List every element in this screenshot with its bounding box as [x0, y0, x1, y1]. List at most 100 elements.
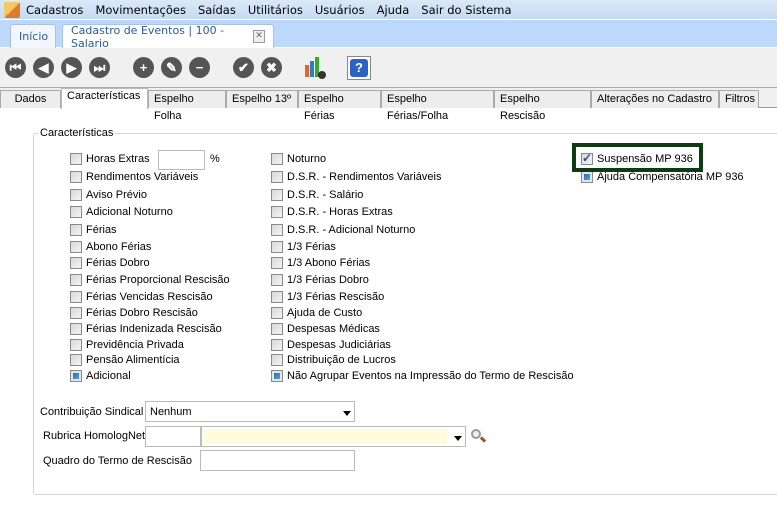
first-record-icon[interactable]: ⏮: [5, 57, 26, 78]
checkbox-icon[interactable]: [271, 206, 283, 218]
checkbox-mid-col[interactable]: Ajuda de Custo: [271, 307, 362, 319]
checkbox-icon[interactable]: [70, 241, 82, 253]
checkbox-mid-col[interactable]: 1/3 Férias Dobro: [271, 274, 369, 286]
next-record-icon[interactable]: ▶: [61, 57, 82, 78]
checkbox-mid-col[interactable]: 1/3 Férias: [271, 241, 336, 253]
checkbox-mid-col[interactable]: D.S.R. - Rendimentos Variáveis: [271, 171, 441, 183]
report-chart-icon[interactable]: [304, 57, 326, 79]
checkbox-icon[interactable]: [70, 189, 82, 201]
rubrica-select[interactable]: [201, 426, 466, 447]
checkbox-mid-col[interactable]: Noturno: [271, 153, 326, 165]
checkbox-icon[interactable]: [70, 307, 82, 319]
checkbox-icon[interactable]: [70, 206, 82, 218]
tab-espelho-rescisao[interactable]: Espelho Rescisão: [494, 90, 591, 122]
menu-ajuda[interactable]: Ajuda: [377, 3, 410, 17]
checkbox-left-col[interactable]: Férias Proporcional Rescisão: [70, 274, 230, 286]
checkbox-icon[interactable]: [271, 189, 283, 201]
help-button[interactable]: ?: [347, 56, 371, 80]
tab-alteracoes-cadastro[interactable]: Alterações no Cadastro: [591, 90, 719, 108]
checkbox-icon[interactable]: [70, 354, 82, 366]
checkbox-label: Férias Dobro: [86, 257, 150, 269]
quadro-termo-rescisao-input[interactable]: [200, 450, 355, 471]
checkbox-left-col[interactable]: Férias Vencidas Rescisão: [70, 291, 213, 303]
previous-record-icon[interactable]: ◀: [33, 57, 54, 78]
checkbox-icon[interactable]: [271, 354, 283, 366]
checkbox-icon[interactable]: [271, 307, 283, 319]
checkbox-icon[interactable]: [581, 171, 593, 183]
checkbox-mid-col[interactable]: Despesas Médicas: [271, 323, 380, 335]
close-tab-icon[interactable]: ✕: [253, 30, 265, 43]
checkbox-label: Férias Vencidas Rescisão: [86, 291, 213, 303]
checkbox-icon[interactable]: [70, 171, 82, 183]
tab-caracteristicas[interactable]: Características: [61, 88, 148, 109]
checkbox-icon[interactable]: [271, 241, 283, 253]
checkbox-left-col[interactable]: Férias: [70, 224, 117, 236]
checkbox-mid-col[interactable]: Não Agrupar Eventos na Impressão do Term…: [271, 370, 574, 382]
horas-extras-percent-input[interactable]: [158, 150, 205, 170]
checkbox-icon[interactable]: [70, 257, 82, 269]
checkbox-left-col[interactable]: Aviso Prévio: [70, 189, 147, 201]
menu-sair[interactable]: Sair do Sistema: [421, 3, 511, 17]
tab-espelho-13[interactable]: Espelho 13º: [226, 90, 298, 108]
checkbox-icon[interactable]: [271, 323, 283, 335]
checkbox-icon[interactable]: [271, 370, 283, 382]
remove-icon[interactable]: −: [189, 57, 210, 78]
checkbox-label: Aviso Prévio: [86, 189, 147, 201]
tab-espelho-ferias[interactable]: Espelho Férias: [298, 90, 381, 122]
checkbox-icon[interactable]: [271, 257, 283, 269]
checkbox-left-col[interactable]: Férias Dobro Rescisão: [70, 307, 198, 319]
checkbox-icon[interactable]: [70, 339, 82, 351]
menu-movimentacoes[interactable]: Movimentações: [95, 3, 186, 17]
highlight-box: [572, 143, 703, 172]
menu-usuarios[interactable]: Usuários: [315, 3, 365, 17]
checkbox-icon[interactable]: [70, 323, 82, 335]
checkbox-label: Ajuda de Custo: [287, 307, 363, 319]
checkbox-icon[interactable]: [271, 153, 283, 165]
checkbox-icon[interactable]: [70, 153, 82, 165]
checkbox-left-col[interactable]: Pensão Alimentícia: [70, 354, 180, 366]
edit-icon[interactable]: ✎: [161, 57, 182, 78]
checkbox-left-col[interactable]: Adicional: [70, 370, 131, 382]
checkbox-left-col[interactable]: Previdência Privada: [70, 339, 184, 351]
checkbox-icon[interactable]: [271, 171, 283, 183]
checkbox-mid-col[interactable]: 1/3 Abono Férias: [271, 257, 370, 269]
checkbox-mid-col[interactable]: Despesas Judiciárias: [271, 339, 391, 351]
checkbox-mid-col[interactable]: Distribuição de Lucros: [271, 354, 396, 366]
rubrica-code-input[interactable]: [145, 426, 201, 447]
checkbox-left-col[interactable]: Abono Férias: [70, 241, 151, 253]
checkbox-right-col[interactable]: Ajuda Compensatória MP 936: [581, 171, 744, 183]
menu-cadastros[interactable]: Cadastros: [26, 3, 83, 17]
checkbox-mid-col[interactable]: 1/3 Férias Rescisão: [271, 291, 384, 303]
menu-saidas[interactable]: Saídas: [198, 3, 236, 17]
checkbox-icon[interactable]: [271, 291, 283, 303]
checkbox-left-col[interactable]: Rendimentos Variáveis: [70, 171, 198, 183]
tab-dados[interactable]: Dados: [0, 90, 61, 108]
menu-utilitarios[interactable]: Utilitários: [248, 3, 303, 17]
contribuicao-sindical-select[interactable]: Nenhum: [145, 401, 355, 422]
cancel-icon[interactable]: ✖: [261, 57, 282, 78]
checkbox-left-col[interactable]: Horas Extras: [70, 153, 150, 165]
tab-filtros[interactable]: Filtros: [719, 90, 759, 108]
last-record-icon[interactable]: ⏭: [89, 57, 110, 78]
tab-espelho-ferias-folha[interactable]: Espelho Férias/Folha: [381, 90, 494, 122]
checkbox-icon[interactable]: [70, 291, 82, 303]
checkbox-icon[interactable]: [271, 339, 283, 351]
add-icon[interactable]: +: [133, 57, 154, 78]
checkbox-mid-col[interactable]: D.S.R. - Horas Extras: [271, 206, 393, 218]
checkbox-icon[interactable]: [70, 370, 82, 382]
checkbox-mid-col[interactable]: D.S.R. - Adicional Noturno: [271, 224, 415, 236]
checkbox-icon[interactable]: [70, 224, 82, 236]
checkbox-mid-col[interactable]: D.S.R. - Salário: [271, 189, 363, 201]
checkbox-left-col[interactable]: Férias Indenizada Rescisão: [70, 323, 222, 335]
checkbox-icon[interactable]: [70, 274, 82, 286]
checkbox-label: Férias Indenizada Rescisão: [86, 323, 222, 335]
confirm-icon[interactable]: ✔: [233, 57, 254, 78]
search-icon[interactable]: [470, 428, 487, 444]
checkbox-icon[interactable]: [271, 224, 283, 236]
checkbox-icon[interactable]: [271, 274, 283, 286]
checkbox-left-col[interactable]: Férias Dobro: [70, 257, 150, 269]
tab-inicio[interactable]: Início: [10, 24, 56, 48]
tab-espelho-folha[interactable]: Espelho Folha: [148, 90, 226, 122]
checkbox-left-col[interactable]: Adicional Noturno: [70, 206, 173, 218]
tab-cadastro-eventos[interactable]: Cadastro de Eventos | 100 - Salario ✕: [62, 24, 274, 50]
